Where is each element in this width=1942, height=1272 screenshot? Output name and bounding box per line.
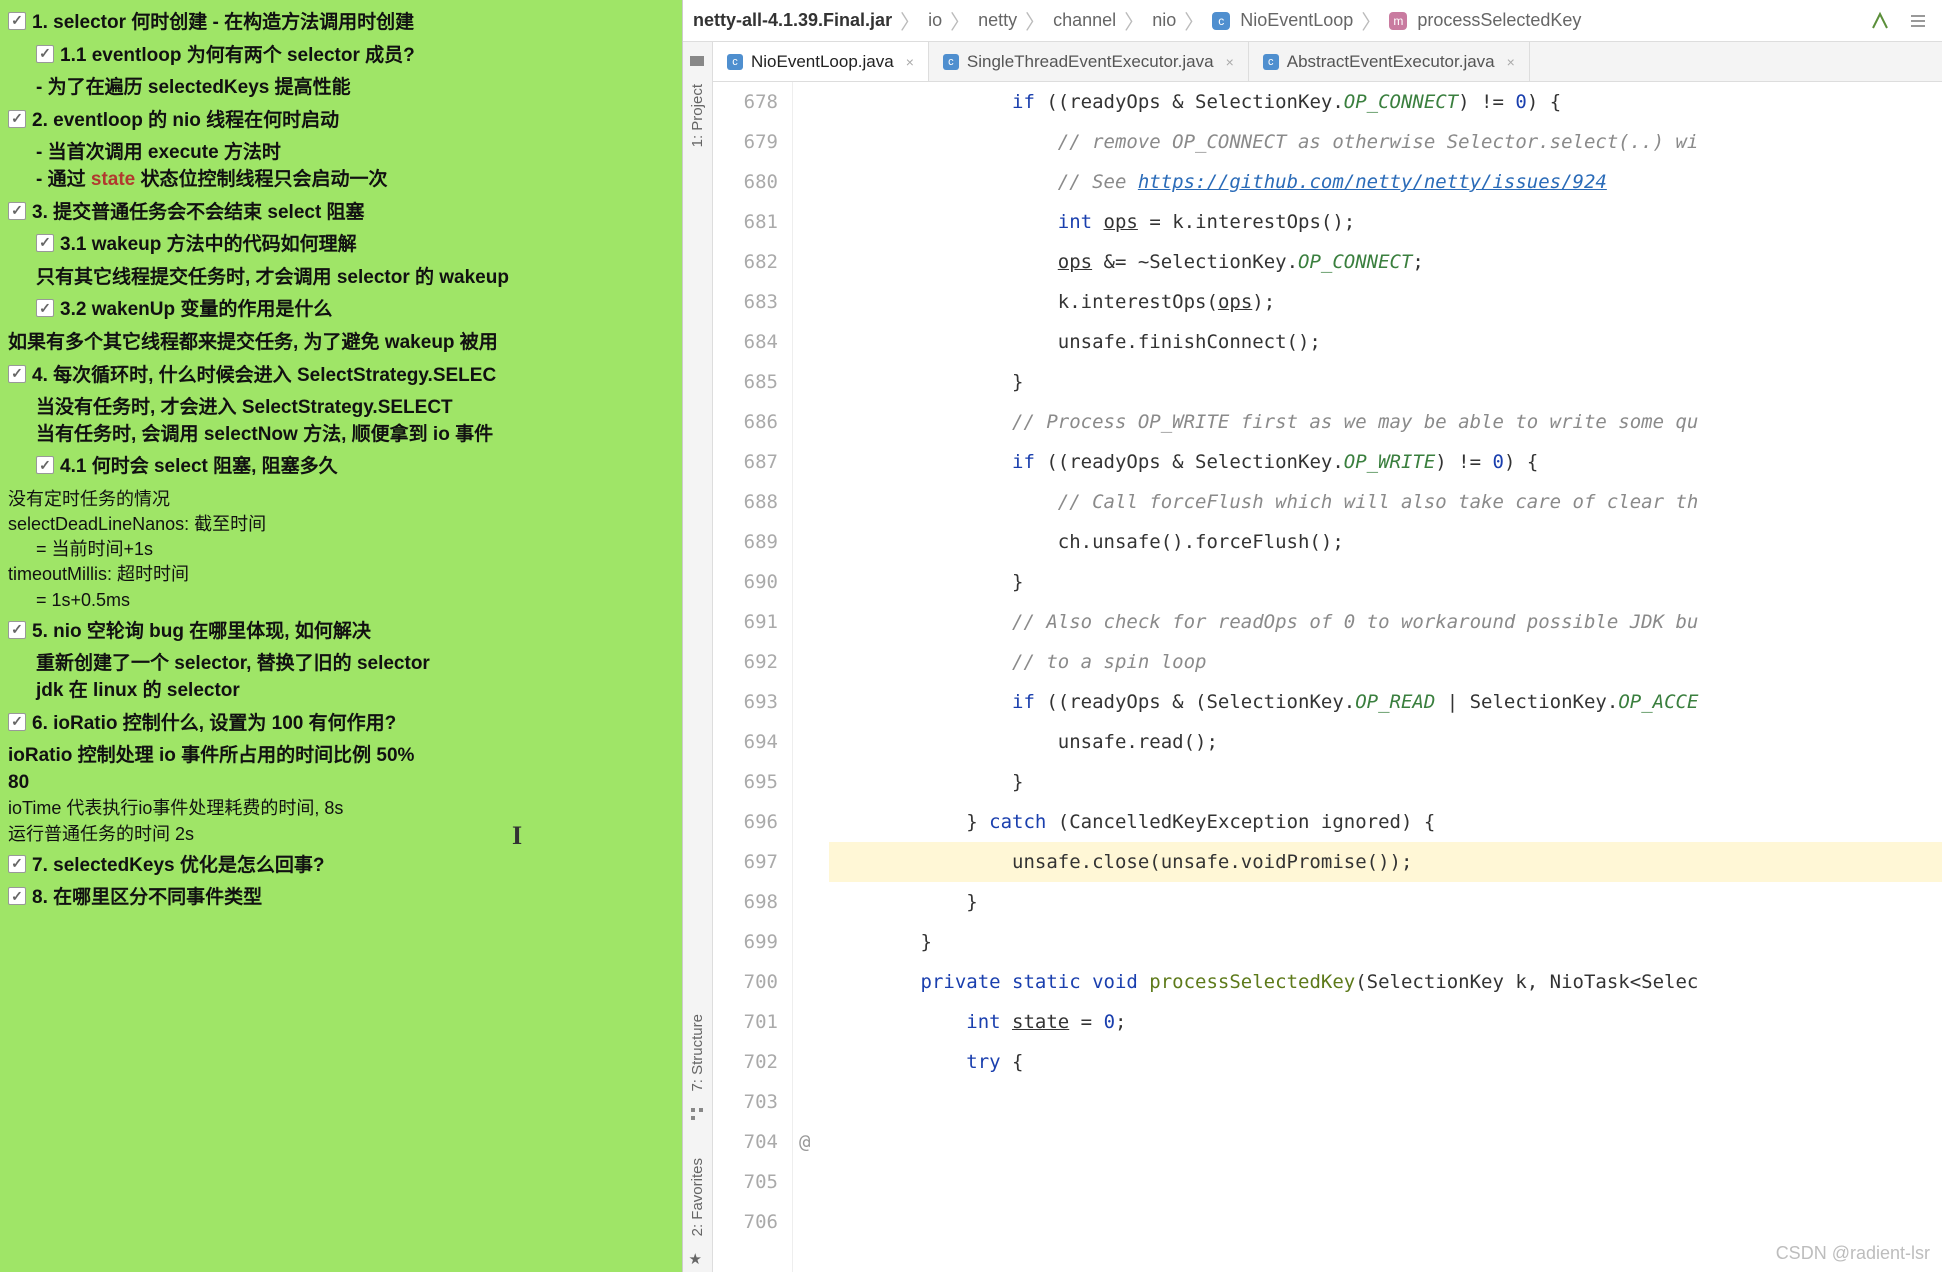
source[interactable]: if ((readyOps & SelectionKey.OP_CONNECT)… xyxy=(823,82,1942,1272)
note-4-1-p1: 没有定时任务的情况 xyxy=(8,487,674,512)
gutter-icons: @ xyxy=(793,82,823,1272)
note-3-2-sub: 如果有多个其它线程都来提交任务, 为了避免 wakeup 被用 xyxy=(8,330,674,357)
crumb-method[interactable]: processSelectedKey xyxy=(1417,10,1581,31)
note-2: 2. eventloop 的 nio 线程在何时启动 xyxy=(32,108,339,135)
crumb-netty[interactable]: netty xyxy=(978,10,1017,31)
class-icon: c xyxy=(1212,12,1230,30)
note-6-p2: 80 xyxy=(8,770,674,797)
note-2-sub1: - 当首次调用 execute 方法时 xyxy=(8,140,674,167)
ide-panel: netty-all-4.1.39.Final.jar〉 io〉 netty〉 c… xyxy=(682,0,1942,1272)
note-4-1: 4.1 何时会 select 阻塞, 阻塞多久 xyxy=(60,454,338,481)
checkbox[interactable]: ✓ xyxy=(8,887,26,905)
note-6-p3: ioTime 代表执行io事件处理耗费的时间, 8s xyxy=(8,796,674,821)
note-1-1-sub: - 为了在遍历 selectedKeys 提高性能 xyxy=(8,75,674,102)
note-3-1-sub: 只有其它线程提交任务时, 才会调用 selector 的 wakeup xyxy=(8,265,674,292)
note-4-1-p2: selectDeadLineNanos: 截至时间 xyxy=(8,512,674,537)
note-6-p4: 运行普通任务的时间 2s xyxy=(8,822,674,847)
crumb-channel[interactable]: channel xyxy=(1053,10,1116,31)
tab-abstract[interactable]: cAbstractEventExecutor.java× xyxy=(1249,42,1530,81)
tab-singlethread[interactable]: cSingleThreadEventExecutor.java× xyxy=(929,42,1249,81)
checkbox[interactable]: ✓ xyxy=(36,45,54,63)
crumb-jar[interactable]: netty-all-4.1.39.Final.jar xyxy=(693,10,892,31)
watermark: CSDN @radient-lsr xyxy=(1776,1243,1930,1264)
checkbox[interactable]: ✓ xyxy=(8,713,26,731)
gutter: 6786796806816826836846856866876886896906… xyxy=(713,82,793,1272)
note-5-sub2: jdk 在 linux 的 selector xyxy=(8,678,674,705)
crumb-class[interactable]: NioEventLoop xyxy=(1240,10,1353,31)
note-3-2: 3.2 wakenUp 变量的作用是什么 xyxy=(60,297,332,324)
more-icon[interactable] xyxy=(1904,7,1932,35)
note-4: 4. 每次循环时, 什么时候会进入 SelectStrategy.SELEC xyxy=(32,363,496,390)
note-7: 7. selectedKeys 优化是怎么回事? xyxy=(32,853,324,880)
crumb-nio[interactable]: nio xyxy=(1152,10,1176,31)
note-3-1: 3.1 wakeup 方法中的代码如何理解 xyxy=(60,232,357,259)
note-4-1-p3: = 当前时间+1s xyxy=(8,537,674,562)
tool-window-bar: 1: Project 7: Structure 2: Favorites ★ xyxy=(683,42,713,1272)
checkbox[interactable]: ✓ xyxy=(8,621,26,639)
breadcrumb: netty-all-4.1.39.Final.jar〉 io〉 netty〉 c… xyxy=(683,0,1942,42)
structure-tab[interactable]: 7: Structure xyxy=(687,1004,708,1102)
note-1-1: 1.1 eventloop 为何有两个 selector 成员? xyxy=(60,43,415,70)
close-icon[interactable]: × xyxy=(1507,54,1515,70)
note-5-sub1: 重新创建了一个 selector, 替换了旧的 selector xyxy=(8,651,674,678)
checkbox[interactable]: ✓ xyxy=(8,12,26,30)
note-3: 3. 提交普通任务会不会结束 select 阻塞 xyxy=(32,200,365,227)
note-4-1-p5: = 1s+0.5ms xyxy=(8,588,674,613)
code-editor[interactable]: 6786796806816826836846856866876886896906… xyxy=(713,82,1942,1272)
note-6: 6. ioRatio 控制什么, 设置为 100 有何作用? xyxy=(32,711,396,738)
structure-icon xyxy=(689,1106,707,1124)
folder-icon xyxy=(689,52,707,70)
checkbox[interactable]: ✓ xyxy=(8,365,26,383)
checkbox[interactable]: ✓ xyxy=(36,234,54,252)
checkbox[interactable]: ✓ xyxy=(8,110,26,128)
close-icon[interactable]: × xyxy=(906,54,914,70)
checkbox[interactable]: ✓ xyxy=(8,855,26,873)
close-icon[interactable]: × xyxy=(1226,54,1234,70)
method-icon: m xyxy=(1389,12,1407,30)
editor-tabs: cNioEventLoop.java× cSingleThreadEventEx… xyxy=(713,42,1942,82)
checkbox[interactable]: ✓ xyxy=(36,456,54,474)
note-1: 1. selector 何时创建 - 在构造方法调用时创建 xyxy=(32,10,414,37)
tab-nioeventloop[interactable]: cNioEventLoop.java× xyxy=(713,42,929,81)
notes-panel: ✓ 1. selector 何时创建 - 在构造方法调用时创建 ✓ 1.1 even… xyxy=(0,0,682,1272)
class-file-icon: c xyxy=(727,54,743,70)
note-2-sub2: - 通过 state 状态位控制线程只会启动一次 xyxy=(8,167,674,194)
build-icon[interactable] xyxy=(1866,7,1894,35)
crumb-io[interactable]: io xyxy=(928,10,942,31)
favorites-tab[interactable]: 2: Favorites xyxy=(687,1148,708,1246)
checkbox[interactable]: ✓ xyxy=(36,299,54,317)
note-6-p1: ioRatio 控制处理 io 事件所占用的时间比例 50% xyxy=(8,743,674,770)
note-4-sub1: 当没有任务时, 才会进入 SelectStrategy.SELECT xyxy=(8,395,674,422)
class-file-icon: c xyxy=(1263,54,1279,70)
note-8: 8. 在哪里区分不同事件类型 xyxy=(32,885,262,912)
text-cursor-icon: I xyxy=(512,818,522,854)
checkbox[interactable]: ✓ xyxy=(8,202,26,220)
project-tab[interactable]: 1: Project xyxy=(687,74,708,157)
star-icon: ★ xyxy=(689,1250,707,1268)
note-4-1-p4: timeoutMillis: 超时时间 xyxy=(8,562,674,587)
class-file-icon: c xyxy=(943,54,959,70)
note-4-sub2: 当有任务时, 会调用 selectNow 方法, 顺便拿到 io 事件 xyxy=(8,422,674,449)
note-5: 5. nio 空轮询 bug 在哪里体现, 如何解决 xyxy=(32,619,371,646)
